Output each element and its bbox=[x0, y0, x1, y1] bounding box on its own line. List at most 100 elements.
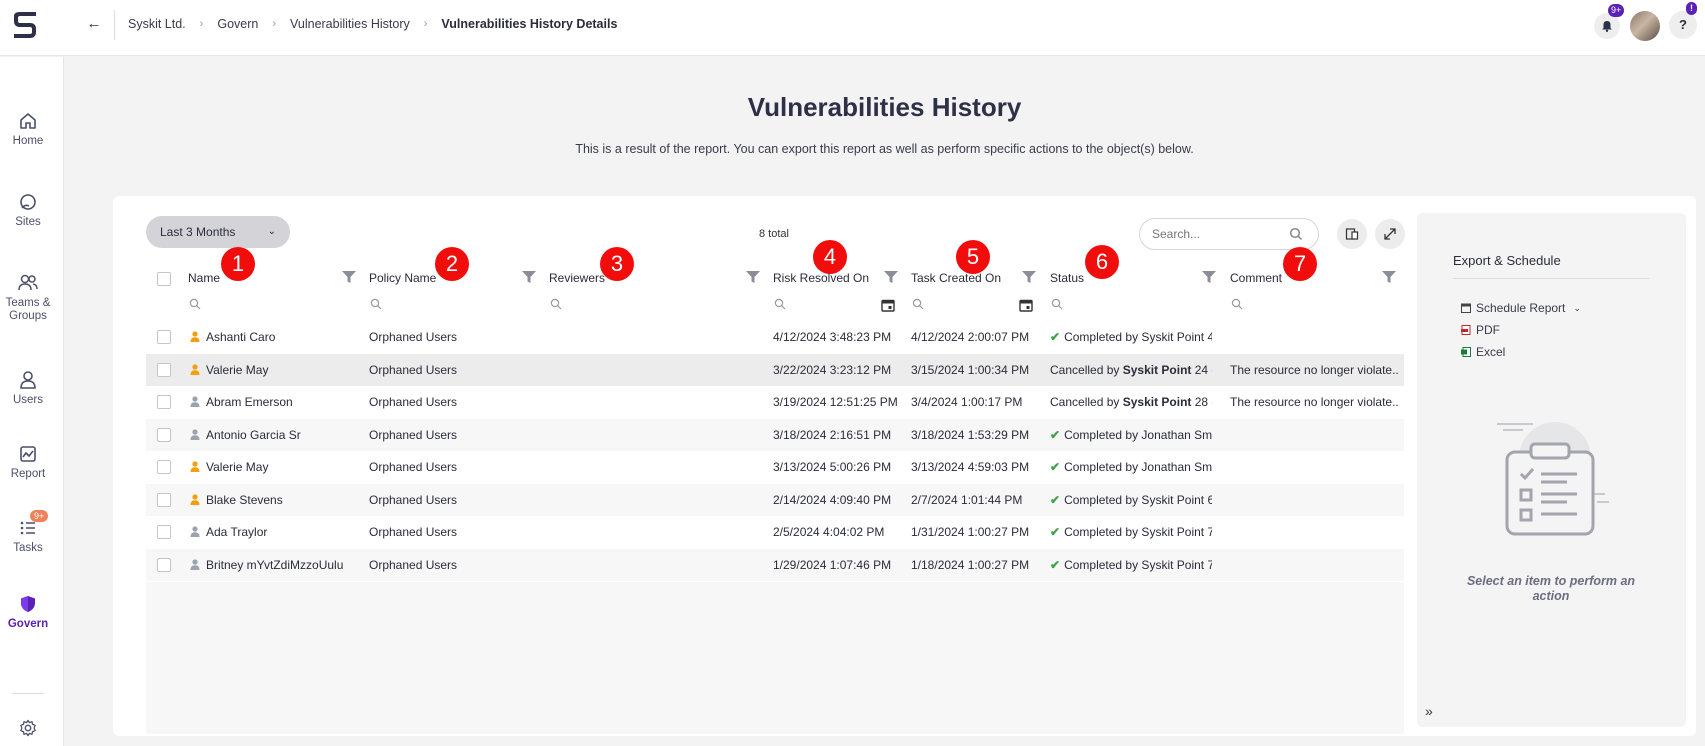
chevron-down-icon: ⌄ bbox=[267, 226, 276, 237]
notifications-button[interactable]: 9+ bbox=[1594, 4, 1625, 39]
row-checkbox[interactable] bbox=[157, 492, 171, 507]
nav-teams-groups[interactable]: Teams & Groups bbox=[0, 273, 56, 323]
avatar[interactable] bbox=[1630, 11, 1660, 41]
sidebar-divider bbox=[12, 693, 44, 694]
search-icon[interactable] bbox=[774, 298, 786, 310]
collapse-panel-icon[interactable]: » bbox=[1425, 703, 1433, 719]
cell-name[interactable]: Blake Stevens bbox=[206, 493, 356, 507]
filter-icon[interactable] bbox=[1382, 271, 1396, 283]
divider bbox=[1453, 278, 1649, 279]
table-row[interactable]: Antonio Garcia Sr Orphaned Users 3/18/2024… bbox=[146, 418, 1404, 451]
cell-name[interactable]: Britney mYvtZdiMzzoUulu bbox=[206, 558, 356, 572]
filter-icon[interactable] bbox=[1202, 271, 1216, 283]
search-icon[interactable] bbox=[1231, 298, 1243, 310]
cell-name[interactable]: Antonio Garcia Sr bbox=[206, 428, 356, 442]
row-checkbox[interactable] bbox=[157, 395, 171, 409]
bell-icon bbox=[1602, 21, 1612, 32]
column-header-task-created-on[interactable]: Task Created On bbox=[911, 271, 1001, 285]
search-icon[interactable] bbox=[1289, 227, 1303, 241]
report-icon bbox=[20, 446, 36, 462]
cell-created: 1/18/2024 1:00:27 PM bbox=[911, 557, 1030, 572]
chevron-down-icon: ⌄ bbox=[1573, 302, 1581, 313]
nav-govern[interactable]: Govern bbox=[0, 594, 56, 630]
status-suffix-text: 24 day(s bbox=[1194, 362, 1212, 377]
search-icon[interactable] bbox=[189, 298, 201, 310]
chevron-right-icon: › bbox=[423, 18, 428, 30]
search-icon[interactable] bbox=[1051, 298, 1063, 310]
cell-status: ✔ Completed by Syskit Point 70 bbox=[1050, 525, 1212, 539]
table-row[interactable]: Britney mYvtZdiMzzoUulu Orphaned Users 1/2… bbox=[146, 548, 1404, 581]
column-header-risk-resolved-on[interactable]: Risk Resolved On bbox=[773, 271, 869, 285]
back-arrow-icon[interactable]: ← bbox=[84, 14, 104, 34]
checkmark-icon: ✔ bbox=[1050, 427, 1061, 442]
column-chooser-button[interactable] bbox=[1337, 219, 1367, 249]
nav-home[interactable]: Home bbox=[0, 111, 56, 147]
notification-badge: 9+ bbox=[1608, 4, 1625, 17]
row-checkbox[interactable] bbox=[157, 525, 171, 539]
column-header-name[interactable]: Name bbox=[188, 271, 220, 285]
cell-created: 3/18/2024 1:53:29 PM bbox=[911, 427, 1030, 442]
table-row[interactable]: Valerie May Orphaned Users 3/22/2024 3:23:… bbox=[146, 353, 1404, 386]
calendar-icon[interactable] bbox=[1019, 298, 1033, 312]
cell-name[interactable]: Ashanti Caro bbox=[206, 330, 356, 344]
nav-settings[interactable] bbox=[0, 719, 56, 741]
table-row[interactable]: Ada Traylor Orphaned Users 2/5/2024 4:04:0… bbox=[146, 516, 1404, 549]
breadcrumb-item-govern[interactable]: Govern bbox=[217, 17, 258, 31]
cell-created: 2/7/2024 1:01:44 PM bbox=[911, 492, 1023, 507]
filter-icon[interactable] bbox=[1022, 271, 1036, 283]
column-header-policy-name[interactable]: Policy Name bbox=[369, 271, 436, 285]
table-row[interactable]: Valerie May Orphaned Users 3/13/2024 5:00:… bbox=[146, 451, 1404, 484]
excel-icon bbox=[1461, 347, 1471, 357]
nav-users[interactable]: Users bbox=[0, 370, 56, 406]
search-icon[interactable] bbox=[912, 298, 924, 310]
table-row[interactable]: Ashanti Caro Orphaned Users 4/12/2024 3:48… bbox=[146, 321, 1404, 354]
chevron-right-icon: › bbox=[199, 18, 204, 30]
syskit-logo[interactable] bbox=[8, 8, 42, 42]
cell-status: ✔ Completed by Syskit Point 4 d bbox=[1050, 330, 1212, 344]
cell-resolved: 3/13/2024 5:00:26 PM bbox=[773, 460, 892, 474]
table-row[interactable]: Abram Emerson Orphaned Users 3/19/2024 12:… bbox=[146, 386, 1404, 419]
nav-tasks[interactable]: 9+ Tasks bbox=[0, 510, 56, 554]
cell-status: ✔ Completed by Jonathan Smith bbox=[1050, 460, 1212, 474]
cell-status: ✔ Completed by Syskit Point 61 bbox=[1050, 493, 1212, 507]
column-header-reviewers[interactable]: Reviewers bbox=[549, 271, 605, 285]
nav-report[interactable]: Report bbox=[0, 444, 56, 480]
teams-icon bbox=[18, 274, 38, 291]
help-button[interactable]: ? ! bbox=[1669, 2, 1697, 39]
search-icon[interactable] bbox=[370, 298, 382, 310]
row-checkbox[interactable] bbox=[157, 557, 171, 572]
schedule-report-button[interactable]: Schedule Report ⌄ bbox=[1461, 301, 1581, 315]
select-all-checkbox[interactable] bbox=[157, 272, 171, 286]
status-bold-text: Syskit Point bbox=[1122, 362, 1192, 377]
user-icon bbox=[190, 461, 200, 472]
calendar-icon[interactable] bbox=[881, 298, 895, 312]
search-icon[interactable] bbox=[550, 298, 562, 310]
cell-name[interactable]: Ada Traylor bbox=[206, 525, 356, 539]
annotation-marker: 5 bbox=[956, 240, 990, 274]
filter-icon[interactable] bbox=[342, 271, 356, 283]
cell-name[interactable]: Abram Emerson bbox=[206, 395, 356, 409]
cell-name[interactable]: Valerie May bbox=[206, 363, 356, 377]
row-checkbox[interactable] bbox=[157, 362, 171, 377]
column-header-comment[interactable]: Comment bbox=[1230, 271, 1282, 285]
date-range-dropdown[interactable]: Last 3 Months ⌄ bbox=[146, 216, 290, 248]
export-pdf-button[interactable]: PDF bbox=[1461, 323, 1500, 337]
breadcrumb-item-syskit[interactable]: Syskit Ltd. bbox=[128, 17, 186, 31]
export-excel-button[interactable]: Excel bbox=[1461, 345, 1505, 359]
expand-button[interactable] bbox=[1375, 219, 1405, 249]
status-prefix-text: Cancelled by bbox=[1050, 395, 1123, 409]
filter-icon[interactable] bbox=[884, 271, 898, 283]
row-checkbox[interactable] bbox=[157, 330, 171, 344]
nav-sites[interactable]: Sites bbox=[0, 192, 56, 228]
filter-icon[interactable] bbox=[746, 271, 760, 283]
nav-sites-label: Sites bbox=[15, 216, 41, 228]
row-checkbox[interactable] bbox=[157, 460, 171, 474]
annotation-marker: 2 bbox=[435, 247, 469, 281]
breadcrumb-item-vulnerabilities-history[interactable]: Vulnerabilities History bbox=[290, 17, 410, 31]
row-checkbox[interactable] bbox=[157, 427, 171, 442]
filter-icon[interactable] bbox=[522, 271, 536, 283]
column-header-status[interactable]: Status bbox=[1050, 271, 1084, 285]
status-suffix-text: 28 day(s bbox=[1194, 395, 1212, 409]
cell-name[interactable]: Valerie May bbox=[206, 460, 356, 474]
table-row[interactable]: Blake Stevens Orphaned Users 2/14/2024 4:0… bbox=[146, 483, 1404, 516]
